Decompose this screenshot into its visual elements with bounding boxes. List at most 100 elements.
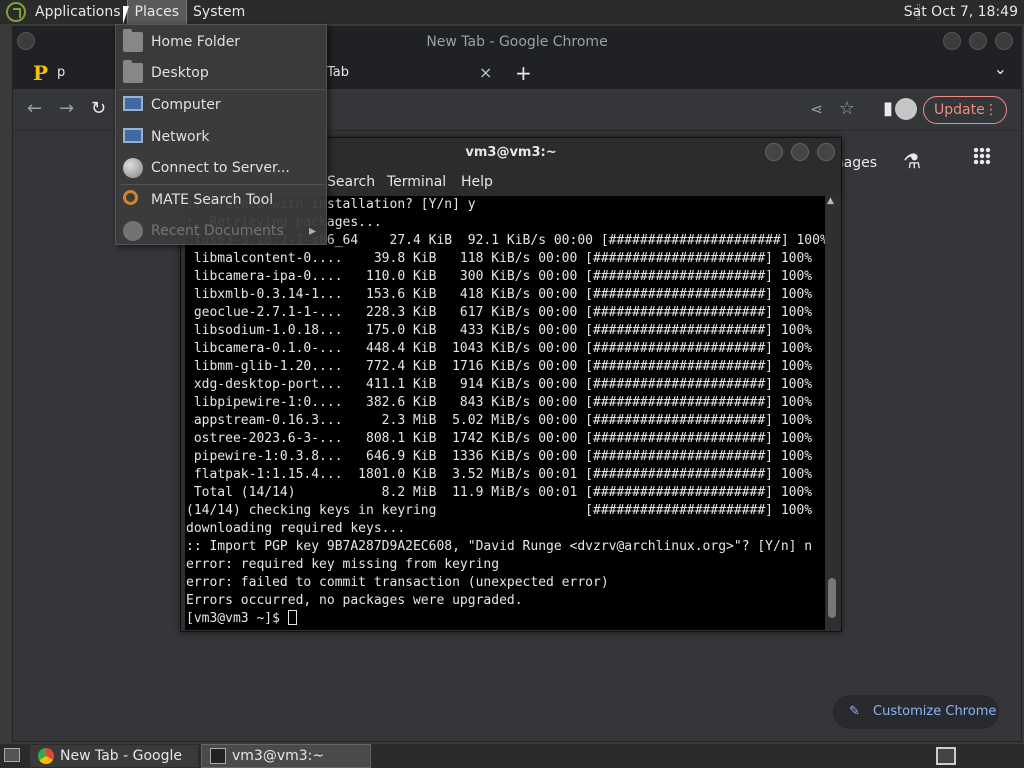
bookmark-star-icon[interactable]: ☆ (839, 97, 855, 121)
terminal-line: appstream-0.16.3... 2.3 MiB 5.02 MiB/s 0… (186, 413, 813, 428)
terminal-line: error: failed to commit transaction (une… (186, 575, 609, 590)
profile-avatar-icon[interactable] (895, 98, 917, 120)
tab-search-icon[interactable]: ⌄ (994, 53, 1007, 85)
reload-icon[interactable]: ↻ (91, 97, 106, 121)
menu-item-desktop[interactable]: Desktop (116, 58, 326, 88)
side-panel-icon[interactable]: ▮ (883, 97, 893, 121)
terminal-close-icon[interactable] (817, 143, 835, 161)
terminal-line: geoclue-2.7.1-1-... 228.3 KiB 617 KiB/s … (186, 305, 813, 320)
terminal-maximize-icon[interactable] (791, 143, 809, 161)
submenu-arrow-icon: ▸ (308, 223, 316, 239)
labs-flask-icon[interactable]: ⚗ (903, 149, 921, 173)
terminal-line: libcamera-ipa-0.... 110.0 KiB 300 KiB/s … (186, 269, 813, 284)
terminal-line: libxmlb-0.3.14-1... 153.6 KiB 418 KiB/s … (186, 287, 813, 302)
more-menu-icon: ⋮ (984, 102, 998, 118)
menu-item-connect-to-server[interactable]: Connect to Server... (116, 153, 326, 183)
menu-item-label: Recent Documents (151, 223, 284, 239)
terminal-prompt: [vm3@vm3 ~]$ (186, 611, 288, 626)
forward-icon[interactable]: → (59, 97, 74, 121)
terminal-line: :: Import PGP key 9B7A287D9A2EC608, "Dav… (186, 539, 813, 554)
terminal-prompt-line: [vm3@vm3 ~]$ (185, 610, 825, 628)
recent-documents-icon (123, 221, 143, 241)
new-tab-button[interactable]: + (515, 57, 532, 89)
scroll-up-icon[interactable]: ▲ (827, 196, 834, 206)
bottom-panel: New Tab - Google ... vm3@vm3:~ (0, 744, 1024, 768)
update-button[interactable]: Update ⋮ (923, 96, 1007, 124)
tab-close-icon[interactable]: × (479, 57, 492, 89)
chrome-window-title: New Tab - Google Chrome (426, 34, 608, 50)
workspace-switcher-icon[interactable] (936, 747, 956, 765)
menu-item-label: Connect to Server... (151, 160, 290, 176)
terminal-line: downloading required keys... (186, 521, 406, 536)
share-icon[interactable]: ⋖ (810, 97, 823, 121)
taskbar-item-label: vm3@vm3:~ (232, 748, 325, 764)
network-icon (123, 128, 143, 143)
menu-item-network[interactable]: Network (116, 122, 326, 152)
terminal-line: libpipewire-1:0.... 382.6 KiB 843 KiB/s … (186, 395, 813, 410)
menu-item-label: Desktop (151, 65, 209, 81)
terminal-output[interactable]: :: Proceed with installation? [Y/n] y:: … (185, 196, 825, 630)
terminal-minimize-icon[interactable] (765, 143, 783, 161)
back-icon[interactable]: ← (27, 97, 42, 121)
terminal-menu-search[interactable]: Search (327, 174, 375, 190)
menu-item-label: Computer (151, 97, 221, 113)
computer-icon (123, 96, 143, 111)
menu-item-label: Home Folder (151, 34, 241, 50)
terminal-menu-terminal[interactable]: Terminal (387, 174, 446, 190)
terminal-line: libmm-glib-1.20.... 772.4 KiB 1716 KiB/s… (186, 359, 813, 374)
taskbar-item-terminal[interactable]: vm3@vm3:~ (201, 744, 371, 768)
clock[interactable]: Sat Oct 7, 18:49 (904, 0, 1018, 24)
menu-item-home-folder[interactable]: Home Folder (116, 27, 326, 57)
minimize-icon[interactable] (943, 32, 961, 50)
maximize-icon[interactable] (969, 32, 987, 50)
menu-item-mate-search-tool[interactable]: MATE Search Tool (116, 185, 326, 215)
mate-logo-icon[interactable] (6, 2, 26, 22)
terminal-cursor (287, 610, 297, 625)
show-desktop-icon[interactable] (4, 748, 20, 762)
top-panel: Applications Places System Sat Oct 7, 18… (0, 0, 1024, 25)
terminal-line: libsodium-1.0.18... 175.0 KiB 433 KiB/s … (186, 323, 813, 338)
scrollbar-thumb[interactable] (828, 578, 836, 618)
close-icon[interactable] (995, 32, 1013, 50)
terminal-line: pipewire-1:0.3.8... 646.9 KiB 1336 KiB/s… (186, 449, 813, 464)
terminal-icon (210, 748, 226, 764)
terminal-line: Errors occurred, no packages were upgrad… (186, 593, 523, 608)
menu-item-label: MATE Search Tool (151, 192, 274, 208)
pencil-icon: ✎ (849, 704, 860, 719)
mouse-pointer-icon (123, 6, 135, 24)
tab-1[interactable]: p (57, 57, 65, 89)
menu-item-computer[interactable]: Computer (116, 90, 326, 120)
applications-menu[interactable]: Applications (28, 0, 128, 24)
terminal-line: (14/14) checking keys in keyring [######… (186, 503, 813, 518)
home-folder-icon (123, 29, 143, 52)
places-menu-button[interactable]: Places (126, 0, 188, 25)
terminal-line: xdg-desktop-port... 411.1 KiB 914 KiB/s … (186, 377, 813, 392)
google-apps-icon[interactable] (973, 147, 991, 165)
connect-server-icon (123, 158, 143, 178)
customize-chrome-label: Customize Chrome (873, 704, 997, 719)
taskbar-item-chrome[interactable]: New Tab - Google ... (30, 745, 198, 767)
window-menu-icon[interactable] (17, 32, 35, 50)
terminal-window-title: vm3@vm3:~ (465, 145, 557, 160)
tab-new-tab[interactable]: Tab (327, 57, 349, 89)
desktop-folder-icon (123, 60, 143, 83)
terminal-scrollbar[interactable]: ▲ (825, 196, 839, 630)
customize-chrome-button[interactable]: ✎ Customize Chrome (833, 695, 999, 729)
terminal-lines: :: Proceed with installation? [Y/n] y:: … (185, 196, 825, 610)
terminal-line: error: required key missing from keyring (186, 557, 500, 572)
taskbar-item-label: New Tab - Google ... (60, 748, 183, 764)
terminal-line: flatpak-1:1.15.4... 1801.0 KiB 3.52 MiB/… (186, 467, 813, 482)
tab-favicon-icon: P (33, 61, 49, 85)
terminal-menu-help[interactable]: Help (461, 174, 493, 190)
terminal-line: ostree-2023.6-3-... 808.1 KiB 1742 KiB/s… (186, 431, 813, 446)
terminal-line: libcamera-0.1.0-... 448.4 KiB 1043 KiB/s… (186, 341, 813, 356)
terminal-line: Total (14/14) 8.2 MiB 11.9 MiB/s 00:01 [… (186, 485, 813, 500)
menu-item-recent-documents: Recent Documents ▸ (116, 216, 326, 246)
places-dropdown-menu: Home Folder Desktop Computer Network Con… (115, 24, 327, 245)
terminal-line: libmalcontent-0.... 39.8 KiB 118 KiB/s 0… (186, 251, 813, 266)
search-tool-icon (123, 190, 138, 205)
menu-item-label: Network (151, 129, 210, 145)
chrome-icon (38, 748, 54, 764)
system-menu[interactable]: System (186, 0, 252, 24)
update-label: Update (934, 102, 985, 118)
